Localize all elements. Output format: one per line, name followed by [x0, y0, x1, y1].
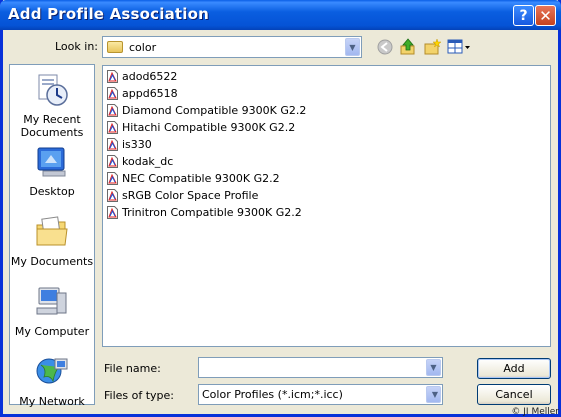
view-menu-icon: [447, 39, 470, 54]
back-button[interactable]: [375, 37, 395, 57]
list-item[interactable]: is330: [107, 136, 152, 152]
title-bar[interactable]: Add Profile Association ? ✕: [0, 0, 561, 30]
place-label-line2: Documents: [20, 126, 84, 139]
chevron-down-icon[interactable]: ▼: [426, 359, 441, 376]
list-item[interactable]: kodak_dc: [107, 153, 173, 169]
watermark: © JI Meller: [511, 407, 559, 417]
place-label-line1: My Recent: [23, 113, 81, 126]
file-list[interactable]: adod6522 appd6518 Diamond Compatible 930…: [102, 65, 551, 347]
desktop-icon: [37, 147, 66, 177]
color-profile-icon: [107, 103, 118, 117]
place-my-computer[interactable]: My Computer: [10, 285, 94, 338]
folder-icon: [107, 41, 123, 53]
file-name: appd6518: [122, 86, 178, 100]
list-item[interactable]: sRGB Color Space Profile: [107, 187, 258, 203]
files-of-type-dropdown[interactable]: Color Profiles (*.icm;*.icc) ▼: [198, 384, 443, 405]
look-in-label: Look in:: [55, 40, 98, 53]
recent-documents-icon: [38, 74, 68, 106]
files-of-type-value: Color Profiles (*.icm;*.icc): [202, 388, 343, 401]
color-profile-icon: [107, 205, 118, 219]
chevron-down-icon[interactable]: ▼: [345, 38, 360, 56]
new-folder-button[interactable]: [422, 37, 442, 57]
new-folder-icon: [424, 38, 441, 55]
color-profile-icon: [107, 120, 118, 134]
places-bar: My Recent Documents Desktop My Documents…: [9, 64, 95, 408]
help-button[interactable]: ?: [513, 5, 534, 26]
up-folder-icon: [400, 38, 415, 55]
look-in-dropdown[interactable]: color ▼: [102, 36, 362, 58]
files-of-type-label: Files of type:: [104, 389, 175, 402]
file-name: Hitachi Compatible 9300K G2.2: [122, 120, 296, 134]
view-menu-button[interactable]: [446, 37, 472, 57]
up-folder-button[interactable]: [398, 37, 418, 57]
list-item[interactable]: Hitachi Compatible 9300K G2.2: [107, 119, 295, 135]
place-my-documents[interactable]: My Documents: [10, 215, 94, 268]
place-label: My Documents: [10, 255, 94, 268]
place-label: My Network: [19, 395, 85, 408]
file-name: NEC Compatible 9300K G2.2: [122, 171, 280, 185]
color-profile-icon: [107, 171, 118, 185]
color-profile-icon: [107, 69, 118, 83]
my-documents-icon: [36, 216, 68, 246]
file-name: adod6522: [122, 69, 178, 83]
place-my-network[interactable]: My Network: [10, 355, 94, 408]
list-item[interactable]: Trinitron Compatible 9300K G2.2: [107, 204, 302, 220]
look-in-value: color: [129, 40, 157, 54]
place-label: My Computer: [14, 325, 90, 338]
file-name: is330: [122, 137, 152, 151]
list-item[interactable]: appd6518: [107, 85, 178, 101]
color-profile-icon: [107, 154, 118, 168]
list-item[interactable]: Diamond Compatible 9300K G2.2: [107, 102, 306, 118]
file-name-label: File name:: [104, 362, 161, 375]
color-profile-icon: [107, 86, 118, 100]
my-network-icon: [36, 358, 68, 384]
back-arrow-icon: [377, 39, 393, 55]
color-profile-icon: [107, 188, 118, 202]
file-name: Diamond Compatible 9300K G2.2: [122, 103, 307, 117]
place-label: Desktop: [29, 185, 75, 198]
place-my-recent-documents[interactable]: My Recent Documents: [10, 73, 94, 139]
color-profile-icon: [107, 137, 118, 151]
file-name: kodak_dc: [122, 154, 174, 168]
list-item[interactable]: NEC Compatible 9300K G2.2: [107, 170, 280, 186]
place-desktop[interactable]: Desktop: [10, 145, 94, 198]
add-button[interactable]: Add: [477, 358, 551, 379]
file-name: Trinitron Compatible 9300K G2.2: [122, 205, 302, 219]
my-computer-icon: [36, 287, 67, 315]
close-button[interactable]: ✕: [535, 5, 556, 26]
list-item[interactable]: adod6522: [107, 68, 177, 84]
file-name: sRGB Color Space Profile: [122, 188, 259, 202]
cancel-button[interactable]: Cancel: [477, 384, 551, 405]
chevron-down-icon[interactable]: ▼: [426, 386, 441, 403]
file-name-input[interactable]: ▼: [198, 357, 443, 378]
window-title: Add Profile Association: [8, 5, 210, 23]
